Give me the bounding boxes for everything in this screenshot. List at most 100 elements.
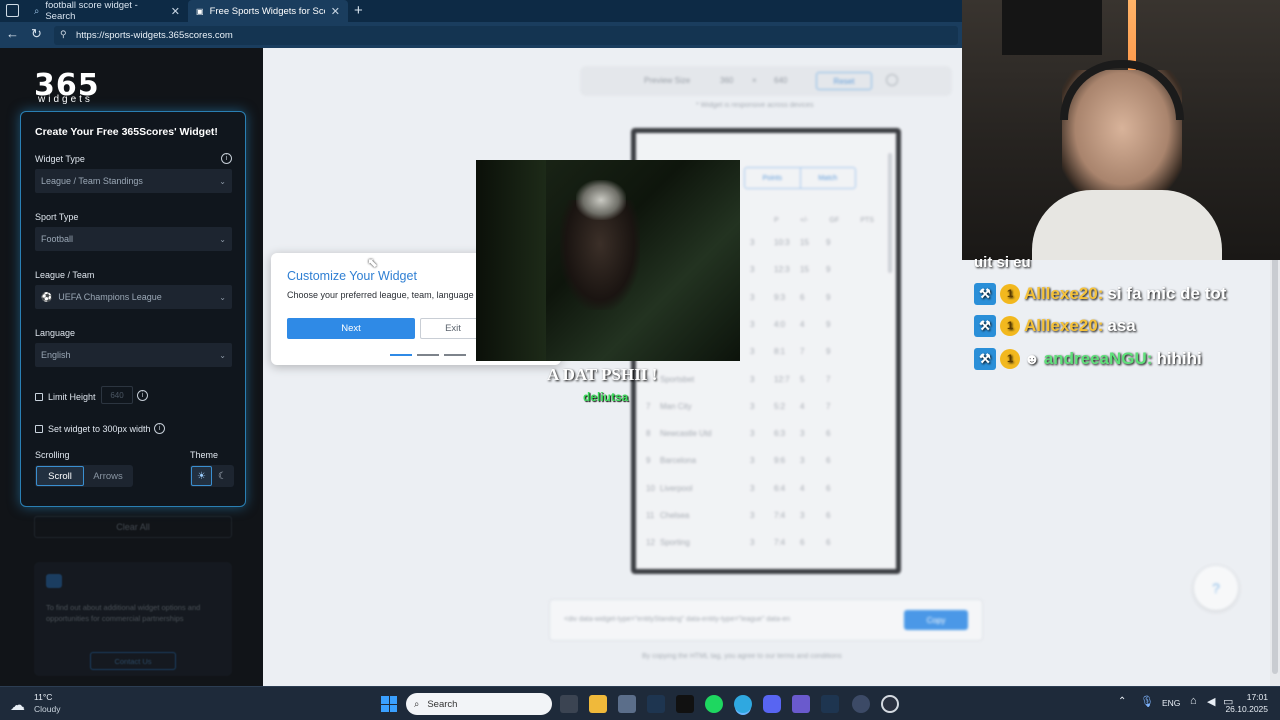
chat-message: ⚒ 1 Alllexe20: asa [974,315,1136,337]
table-row[interactable]: 6 Sportsbet 3 12:7 5 7 [646,366,896,393]
row-rank: 8 [646,429,651,439]
reset-button[interactable]: Reset [816,72,872,90]
row-p: 3 [750,456,755,466]
table-row[interactable]: 8 Newcastle Utd 3 6:3 3 6 [646,420,896,447]
info-icon[interactable]: i [137,390,148,401]
taskbar-search-label: Search [427,698,458,710]
overlay-caption: A DAT PSHII ! [547,365,658,384]
clear-all-button[interactable]: Clear All [34,516,232,538]
row-team: Barcelona [660,456,697,466]
tab-match[interactable]: Match [801,168,856,188]
info-icon[interactable]: i [154,423,165,434]
widget-type-value: League / Team Standings [41,176,143,186]
terms-text[interactable]: By copying the HTML tag, you agree to ou… [642,653,842,660]
language-indicator[interactable]: ENG [1162,698,1180,708]
edge-icon[interactable] [734,695,752,713]
window-menu-icon[interactable] [6,4,19,17]
info-icon[interactable]: i [221,153,232,164]
hammer-icon: ⚒ [974,348,996,370]
row-gd: 9:3 [774,292,786,302]
webcam-overlay [962,0,1280,260]
football-icon: ⚽ [41,291,53,302]
sun-icon[interactable]: ☀ [191,466,212,486]
arrows-option[interactable]: Arrows [84,466,132,486]
back-icon[interactable]: ← [6,26,19,41]
table-row[interactable]: 11 Chelsea 3 7:4 3 6 [646,502,896,529]
network-icon[interactable]: ⌂ [1190,695,1197,707]
row-rank: 9 [646,456,651,466]
weather-temp[interactable]: 11°C [34,692,52,702]
new-tab-icon[interactable]: + [354,2,363,19]
chat-partial: uit si eu [974,254,1031,271]
tab-widgets[interactable]: ▣ Free Sports Widgets for Scores & ✕ [188,0,348,22]
help-chat-button[interactable]: ? [1194,566,1238,610]
tab-search[interactable]: ⌕ football score widget - Search ✕ [26,0,188,22]
limit-height-input[interactable]: 640 [101,386,133,404]
webcam-tv [1002,0,1102,55]
limit-height-checkbox[interactable] [35,393,43,401]
next-button[interactable]: Next [287,318,415,339]
search-icon: ⌕ [414,698,420,710]
stream-video-overlay [476,160,740,361]
moon-icon[interactable]: ☾ [212,466,233,486]
widget-type-select[interactable]: League / Team Standings ⌄ [35,169,232,193]
table-row[interactable]: 10 Liverpool 3 6:4 4 6 [646,475,896,502]
row-gd: 12:7 [774,374,790,384]
theme-toggle: ☀ ☾ [190,465,234,487]
taskbar-search[interactable]: ⌕ Search [406,693,552,715]
copy-button[interactable]: Copy [904,610,968,630]
file-explorer-icon[interactable] [589,695,607,713]
teams-icon[interactable] [792,695,810,713]
steam-icon[interactable] [821,695,839,713]
spotify-icon[interactable] [705,695,723,713]
steam-icon[interactable] [647,695,665,713]
clock-date[interactable]: 26.10.2025 [1218,704,1268,714]
step-indicator [444,354,466,356]
obs-icon[interactable] [881,695,899,713]
terminal-icon[interactable] [676,695,694,713]
refresh-icon[interactable]: ↻ [31,26,42,42]
site-info-icon[interactable]: ⚲ [60,29,67,40]
close-tab-icon[interactable]: ✕ [171,5,180,18]
theme-label: Theme [190,450,219,460]
help-icon[interactable] [886,74,898,86]
browser-tab-bar: ⌕ football score widget - Search ✕ ▣ Fre… [0,0,962,22]
volume-icon[interactable]: ◀ [1207,695,1215,708]
row-pts: 9 [826,238,831,247]
clock-time[interactable]: 17:01 [1228,692,1268,702]
weather-desc[interactable]: Cloudy [34,704,60,714]
table-row[interactable]: 9 Barcelona 3 9:6 3 6 [646,447,896,474]
windows-start-icon[interactable] [381,696,397,712]
preview-height[interactable]: 640 [774,76,787,85]
tab-points[interactable]: Points [745,168,801,188]
preview-tabs: Points Match [744,167,856,189]
microphone-icon[interactable]: 🎙 [1140,695,1154,708]
hammer-icon: ⚒ [974,315,996,337]
league-select[interactable]: ⚽ UEFA Champions League ⌄ [35,285,232,309]
close-tab-icon[interactable]: ✕ [331,5,340,18]
table-row[interactable]: 7 Man City 3 5:2 4 7 [646,393,896,420]
row-gf: 3 [800,429,805,439]
mouse-cursor-icon: ⬉ [367,255,378,270]
discord-icon[interactable] [763,695,781,713]
app-icon[interactable] [852,695,870,713]
preview-width[interactable]: 360 [720,76,733,85]
store-icon[interactable] [618,695,636,713]
embed-code-text[interactable]: <div data-widget-type="entityStanding" d… [564,616,884,623]
scroll-option[interactable]: Scroll [36,466,84,486]
preview-scrollbar[interactable] [888,153,892,273]
set-width-checkbox[interactable] [35,425,43,433]
contact-us-button[interactable]: Contact Us [90,652,176,670]
table-row[interactable]: 12 Sporting 3 7:4 6 6 [646,529,896,556]
taskbar: ☁ 11°C Cloudy ⌕ Search ⌃ 🎙 ENG ⌂ ◀ ▭ 17:… [0,686,1280,720]
url-field[interactable]: ⚲ https://sports-widgets.365scores.com [54,26,958,45]
chevron-up-icon[interactable]: ⌃ [1118,696,1126,707]
task-view-icon[interactable] [560,695,578,713]
sidebar: 365 widgets Create Your Free 365Scores' … [0,48,263,686]
language-value: English [41,350,71,360]
overlay-user: deliutsa [583,390,629,404]
sport-type-select[interactable]: Football ⌄ [35,227,232,251]
row-p: 3 [750,347,755,357]
language-select[interactable]: English ⌄ [35,343,232,367]
row-rank: 11 [646,511,655,520]
